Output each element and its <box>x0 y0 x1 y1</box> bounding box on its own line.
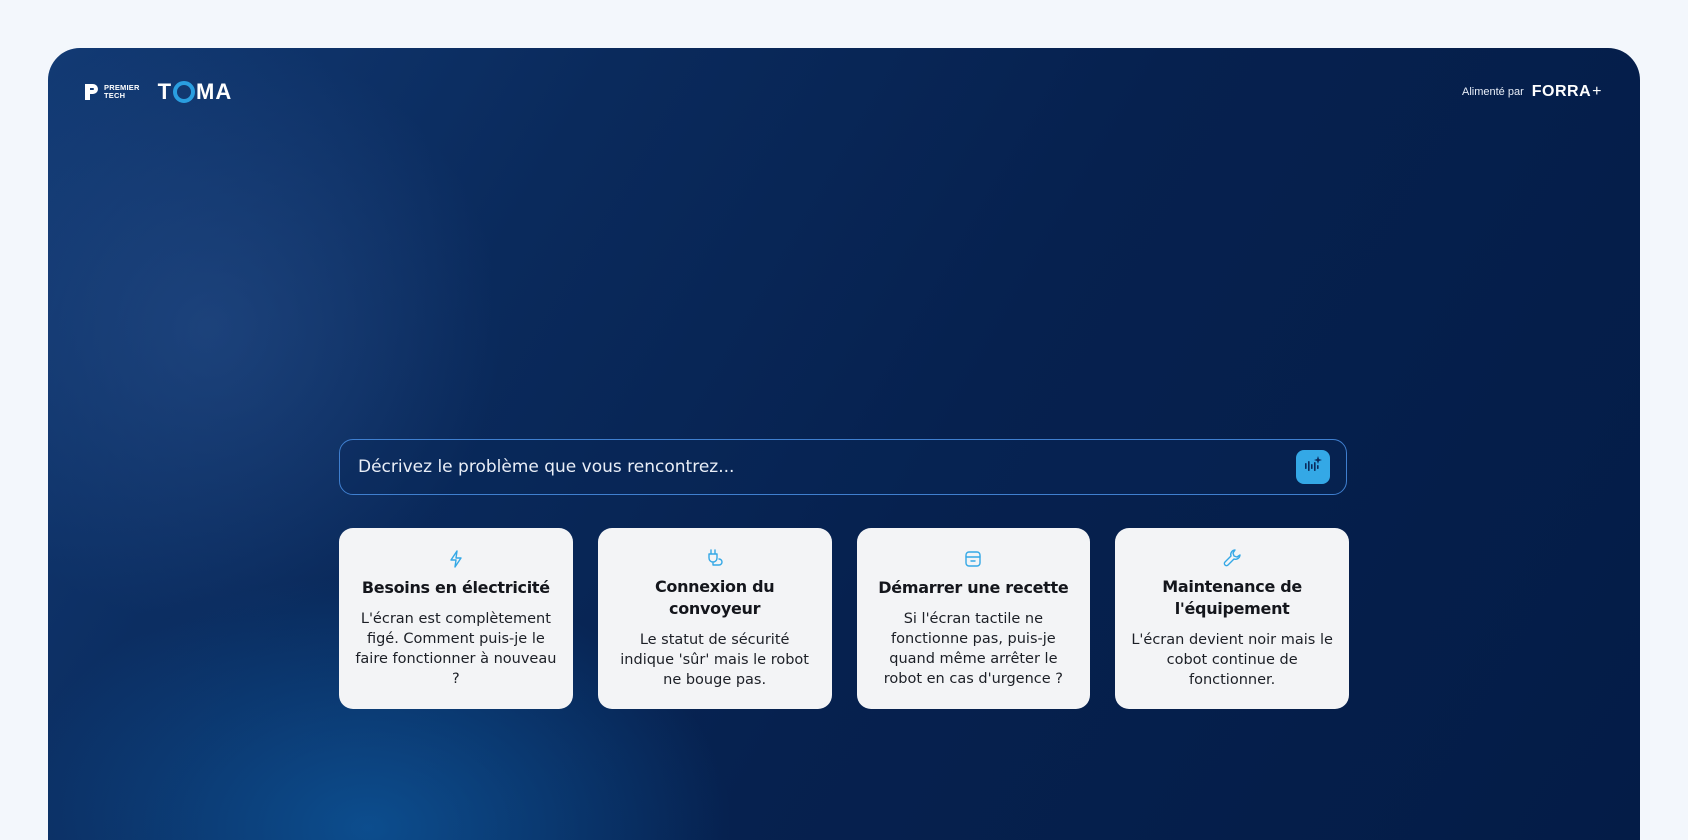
premier-tech-logo[interactable]: PREMIER TECH <box>84 82 140 102</box>
audio-sparkle-icon <box>1303 455 1323 479</box>
package-icon <box>963 549 983 569</box>
card-description: Le statut de sécurité indique 'sûr' mais… <box>620 631 809 688</box>
problem-description-input[interactable] <box>356 456 1296 478</box>
brand-group: PREMIER TECH T MA <box>84 79 232 105</box>
voice-input-button[interactable] <box>1296 450 1330 484</box>
card-description: L'écran devient noir mais le cobot conti… <box>1131 631 1333 688</box>
suggestion-card-conveyor[interactable]: Connexion du convoyeur Le statut de sécu… <box>597 528 832 709</box>
forra-wordmark: FORRA <box>1531 83 1592 100</box>
forra-logo[interactable]: FORRA+ <box>1532 83 1602 101</box>
toma-logo[interactable]: T MA <box>158 79 233 105</box>
forra-plus-mark: + <box>1592 83 1602 100</box>
problem-search-bar <box>339 439 1347 495</box>
powered-by-label: Alimenté par <box>1462 86 1524 98</box>
suggestion-cards: Besoins en électricité L'écran est compl… <box>339 528 1349 709</box>
card-title: Démarrer une recette <box>878 577 1069 597</box>
plug-icon <box>705 548 725 568</box>
suggestion-card-maintenance[interactable]: Maintenance de l'équipement L'écran devi… <box>1115 528 1349 709</box>
bolt-icon <box>446 549 466 569</box>
suggestion-card-electricity[interactable]: Besoins en électricité L'écran est compl… <box>339 528 573 709</box>
card-title: Connexion du convoyeur <box>654 576 775 618</box>
card-title: Maintenance de l'équipement <box>1162 576 1302 618</box>
toma-ring-icon <box>173 81 196 103</box>
suggestion-card-recipe[interactable]: Démarrer une recette Si l'écran tactile … <box>856 528 1091 709</box>
toma-logo-suffix: MA <box>196 79 233 104</box>
powered-by: Alimenté par FORRA+ <box>1462 83 1602 101</box>
main-panel: PREMIER TECH T MA Alimenté par FORRA+ Dé… <box>48 48 1640 840</box>
card-description: L'écran est complètement figé. Comment p… <box>355 610 557 687</box>
premier-tech-wordmark: PREMIER TECH <box>104 84 140 100</box>
top-bar: PREMIER TECH T MA Alimenté par FORRA+ <box>84 76 1602 108</box>
card-title: Besoins en électricité <box>361 577 550 597</box>
card-description: Si l'écran tactile ne fonctionne pas, pu… <box>883 610 1063 687</box>
toma-logo-prefix: T <box>157 79 173 104</box>
premier-tech-word-2: TECH <box>104 91 126 100</box>
premier-tech-mark-icon <box>84 82 100 102</box>
wrench-icon <box>1222 548 1242 568</box>
